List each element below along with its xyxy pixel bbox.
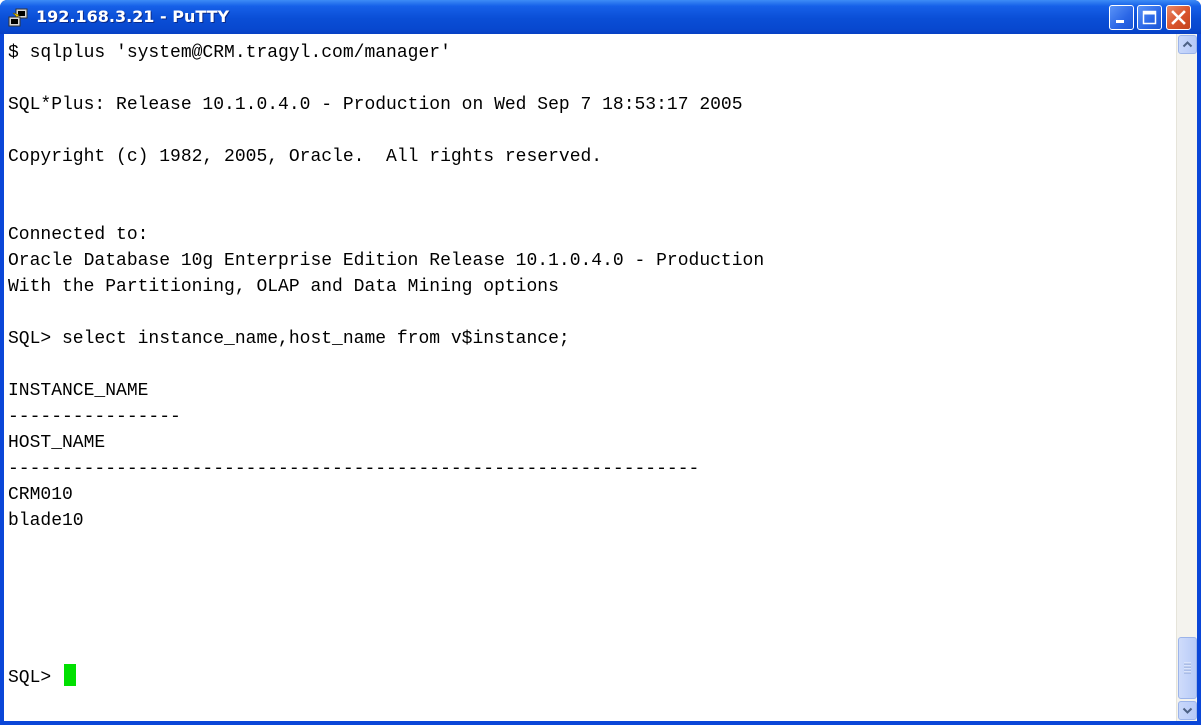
grip-icon (1184, 662, 1191, 674)
maximize-icon (1142, 10, 1157, 25)
terminal-line: blade10 (8, 511, 84, 531)
terminal-line: HOST_NAME (8, 433, 106, 453)
scroll-down-button[interactable] (1178, 701, 1197, 720)
chevron-up-icon (1182, 41, 1193, 48)
prompt-text: SQL> (8, 668, 63, 688)
terminal-screen[interactable]: $ sqlplus 'system@CRM.tragyl.com/manager… (4, 34, 1176, 721)
scrollbar-thumb[interactable] (1178, 637, 1197, 699)
title-bar[interactable]: 192.168.3.21 - PuTTY (0, 0, 1201, 34)
putty-window: 192.168.3.21 - PuTTY $ sqlplus 'system@C… (0, 0, 1201, 725)
chevron-down-icon (1182, 707, 1193, 714)
terminal-line: Connected to: (8, 225, 149, 245)
terminal-line: $ sqlplus 'system@CRM.tragyl.com/manager… (8, 43, 451, 63)
minimize-button[interactable] (1109, 5, 1134, 30)
text-cursor (64, 664, 77, 686)
terminal-prompt-line: SQL> (8, 664, 77, 690)
terminal-line: CRM010 (8, 485, 73, 505)
close-icon (1171, 10, 1186, 25)
terminal-line: With the Partitioning, OLAP and Data Min… (8, 277, 559, 297)
terminal-line: ---------------- (8, 407, 181, 427)
minimize-icon (1116, 20, 1124, 23)
terminal-line: SQL*Plus: Release 10.1.0.4.0 - Productio… (8, 95, 743, 115)
putty-icon[interactable] (7, 7, 29, 29)
close-button[interactable] (1166, 5, 1191, 30)
terminal-line: INSTANCE_NAME (8, 381, 149, 401)
vertical-scrollbar[interactable] (1176, 34, 1197, 721)
terminal-line: Oracle Database 10g Enterprise Edition R… (8, 251, 765, 271)
terminal-line: SQL> select instance_name,host_name from… (8, 329, 570, 349)
terminal-line: Copyright (c) 1982, 2005, Oracle. All ri… (8, 147, 603, 167)
window-title: 192.168.3.21 - PuTTY (36, 7, 230, 26)
terminal-line: ----------------------------------------… (8, 459, 700, 479)
scroll-up-button[interactable] (1178, 35, 1197, 54)
maximize-button[interactable] (1137, 5, 1162, 30)
client-area: $ sqlplus 'system@CRM.tragyl.com/manager… (4, 34, 1197, 721)
